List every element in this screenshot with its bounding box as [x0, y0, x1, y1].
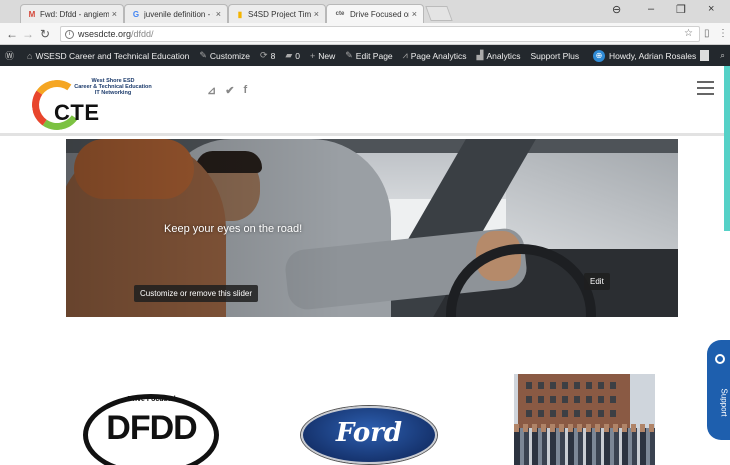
tab-label: S4SD Project Timeline -: [248, 9, 311, 19]
wordpress-logo-icon[interactable]: Ⓦ: [0, 49, 22, 62]
admin-site-name[interactable]: ⌂ WSESD Career and Technical Education: [22, 51, 194, 61]
admin-page-analytics[interactable]: ⩘ Page Analytics: [398, 50, 472, 61]
site-header: West Shore ESD Career & Technical Educat…: [0, 66, 730, 136]
window-close-icon[interactable]: ×: [708, 3, 714, 15]
browser-tab-google[interactable]: G juvenile definition - Goo ×: [124, 4, 228, 23]
card-dfdd[interactable]: Drive Focused DFDD: [81, 356, 222, 465]
pencil-icon: ✎: [345, 50, 353, 60]
globe-icon: ⊕: [592, 49, 605, 62]
close-icon[interactable]: ×: [112, 9, 117, 19]
menu-hamburger-icon[interactable]: [697, 81, 714, 95]
site-logo[interactable]: West Shore ESD Career & Technical Educat…: [28, 74, 162, 134]
bookmark-star-icon[interactable]: ☆: [684, 28, 693, 39]
support-plus-label: Support Plus: [530, 50, 580, 61]
card-group-photo[interactable]: [514, 356, 655, 465]
reload-icon[interactable]: ↻: [40, 27, 50, 41]
comments-count: 0: [295, 50, 300, 61]
forward-icon[interactable]: →: [22, 27, 34, 41]
slide-caption: Keep your eyes on the road!: [164, 223, 303, 235]
admin-edit-page[interactable]: ✎ Edit Page: [340, 50, 397, 61]
browser-tab-strip: M Fwd: Dfdd - angiemays × G juvenile def…: [0, 0, 730, 23]
analytics-icon: ⩘: [402, 50, 408, 60]
browser-tab-slides[interactable]: ▮ S4SD Project Timeline - ×: [228, 4, 326, 23]
admin-comments[interactable]: ▰ 0: [280, 50, 305, 61]
browser-tab-dfdd[interactable]: cte Drive Focused or Die Do ×: [326, 4, 424, 23]
profile-icon[interactable]: ⊖: [612, 3, 621, 16]
plus-icon: +: [309, 50, 316, 61]
minimize-icon[interactable]: –: [648, 3, 654, 15]
slides-icon: ▮: [237, 9, 243, 19]
browser-tab-gmail[interactable]: M Fwd: Dfdd - angiemays ×: [20, 4, 124, 23]
logo-text: West Shore ESD Career & Technical Educat…: [68, 78, 158, 96]
bar-chart-icon: ▟: [476, 50, 484, 60]
home-icon: ⌂: [27, 50, 33, 61]
cte-icon: cte: [335, 11, 345, 17]
scroll-accent-bar: [724, 66, 730, 231]
google-icon: G: [132, 9, 140, 19]
group-photo: [514, 428, 655, 465]
url-path: /dfdd/: [131, 29, 154, 39]
tab-label: Drive Focused or Die Do: [350, 9, 409, 19]
help-icon: [715, 354, 725, 364]
url-host: wsesdcte.org: [78, 29, 132, 39]
facebook-icon[interactable]: f: [243, 84, 247, 97]
new-tab-button[interactable]: [425, 6, 453, 21]
ford-logo-text: Ford: [335, 418, 403, 448]
logo-cte: CTE: [54, 100, 100, 125]
tab-label: juvenile definition - Goo: [144, 9, 213, 19]
extension-icon[interactable]: ▯: [704, 28, 710, 39]
social-links: ⊿ ✔ f: [207, 84, 247, 97]
admin-new[interactable]: + New: [305, 51, 340, 61]
close-icon[interactable]: ×: [412, 9, 417, 19]
site-name-label: WSESD Career and Technical Education: [35, 50, 190, 61]
back-icon[interactable]: ←: [6, 27, 18, 41]
maximize-icon[interactable]: ❐: [676, 3, 686, 16]
new-label: New: [318, 50, 336, 61]
updates-icon: ⟳: [260, 50, 268, 60]
support-label: Support: [719, 388, 729, 417]
comment-icon: ▰: [285, 50, 293, 60]
updates-count: 8: [270, 50, 276, 61]
edit-page-label: Edit Page: [355, 50, 393, 61]
address-bar[interactable]: i wsesdcte.org /dfdd/ ☆: [60, 26, 700, 42]
dfdd-logo-top-text: Drive Focused: [127, 396, 176, 403]
info-icon[interactable]: i: [65, 29, 74, 39]
admin-support-plus[interactable]: Support Plus: [525, 51, 584, 61]
customize-slider-button[interactable]: Customize or remove this slider: [134, 285, 259, 302]
admin-search-icon[interactable]: ⌕: [715, 50, 730, 61]
admin-howdy[interactable]: ⊕ Howdy, Adrian Rosales: [587, 45, 715, 66]
edit-slider-button[interactable]: Edit: [584, 273, 610, 290]
support-tab[interactable]: Support: [707, 340, 730, 440]
twitter-icon[interactable]: ✔: [225, 84, 234, 97]
gmail-icon: M: [28, 9, 36, 19]
wp-admin-bar: Ⓦ ⌂ WSESD Career and Technical Education…: [0, 45, 730, 66]
analytics-label: Analytics: [486, 50, 521, 61]
menu-dots-icon[interactable]: ⋮: [718, 28, 728, 39]
close-icon[interactable]: ×: [216, 9, 221, 19]
hero-slider: Keep your eyes on the road! Customize or…: [66, 139, 678, 317]
dfdd-logo-text: DFDD: [106, 409, 197, 447]
admin-updates[interactable]: ⟳ 8: [255, 50, 280, 61]
logo-line-3: IT Networking: [94, 90, 132, 96]
admin-analytics[interactable]: ▟ Analytics: [472, 50, 526, 61]
browser-toolbar: ← → ↻ i wsesdcte.org /dfdd/ ☆ ▯ ⋮: [0, 23, 730, 45]
brush-icon: ✎: [199, 50, 207, 60]
avatar: [700, 50, 710, 61]
tab-label: Fwd: Dfdd - angiemays: [40, 9, 109, 19]
page-analytics-label: Page Analytics: [410, 50, 467, 61]
card-ford[interactable]: Ford: [297, 356, 438, 465]
admin-customize[interactable]: ✎ Customize: [194, 50, 255, 61]
customize-label: Customize: [209, 50, 251, 61]
close-icon[interactable]: ×: [314, 9, 319, 19]
rss-icon[interactable]: ⊿: [207, 84, 216, 97]
howdy-label: Howdy, Adrian Rosales: [608, 50, 697, 61]
